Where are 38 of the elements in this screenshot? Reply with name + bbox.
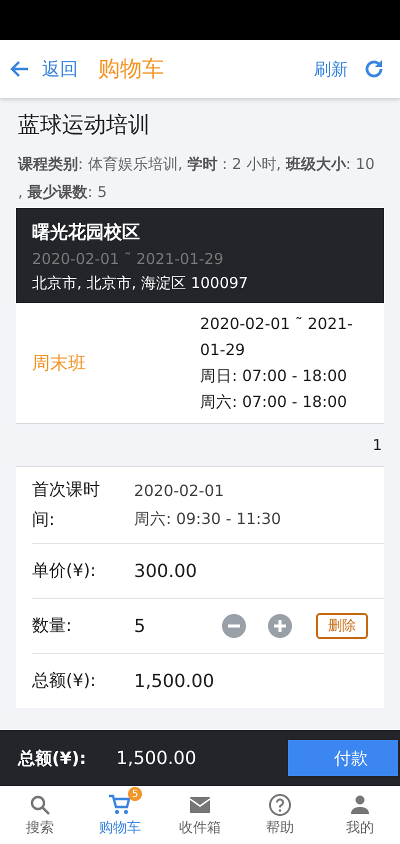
tab-item[interactable]: 我的	[320, 786, 400, 844]
help-icon	[268, 793, 292, 817]
schedule-text: 2020-02-01 ˜ 2021-01-29	[200, 314, 354, 361]
tab-item[interactable]: 5 购物车	[80, 786, 160, 844]
course-title: 蓝球运动培训	[18, 112, 151, 140]
plus-icon[interactable]	[268, 614, 292, 638]
field-value: 300.00	[134, 560, 198, 582]
total-label: 总额(¥):	[18, 748, 86, 770]
refresh-link[interactable]: 刷新	[314, 58, 348, 80]
tab-item[interactable]: 帮助	[240, 786, 320, 844]
back-link[interactable]: 返回	[42, 57, 78, 81]
schedule-text: 周日: 07:00 - 18:00	[200, 366, 348, 387]
field-label: 总额(¥):	[32, 670, 97, 693]
total-amount: 1,500.00	[116, 748, 196, 768]
count-badge: 5	[128, 787, 142, 801]
campus-name: 曙光花园校区	[32, 221, 141, 244]
delete-button[interactable]: 删除	[316, 613, 368, 639]
person-icon	[348, 793, 372, 817]
field-value: 2020-02-01	[134, 481, 226, 502]
class-name: 周末班	[32, 352, 87, 375]
tab-item[interactable]: 收件箱	[160, 786, 240, 844]
pay-button[interactable]: 付款	[288, 740, 398, 776]
field-value: 周六: 09:30 - 11:30	[134, 509, 282, 530]
item-number: 1	[372, 436, 382, 454]
campus-dates: 2020-02-01 ˜ 2021-01-29	[32, 250, 224, 268]
schedule-text: 周六: 07:00 - 18:00	[200, 392, 348, 413]
field-label: 数量:	[32, 615, 73, 638]
search-icon	[28, 793, 52, 817]
field-label: 单价(¥):	[32, 560, 97, 583]
campus-address: 北京市, 北京市, 海淀区 100097	[32, 274, 250, 293]
field-label: 首次课时间:	[32, 479, 101, 532]
cart-icon	[108, 793, 132, 817]
field-value: 1,500.00	[134, 670, 216, 692]
tab-item[interactable]: 搜索	[0, 786, 80, 844]
page-title: 购物车	[98, 56, 164, 84]
course-info: 课程类别: 体育娱乐培训, 学时 : 2 小时, 班级大小: 10 , 最少课数: 5	[18, 154, 376, 203]
field-value: 5	[134, 616, 146, 636]
minus-icon[interactable]	[222, 614, 246, 638]
